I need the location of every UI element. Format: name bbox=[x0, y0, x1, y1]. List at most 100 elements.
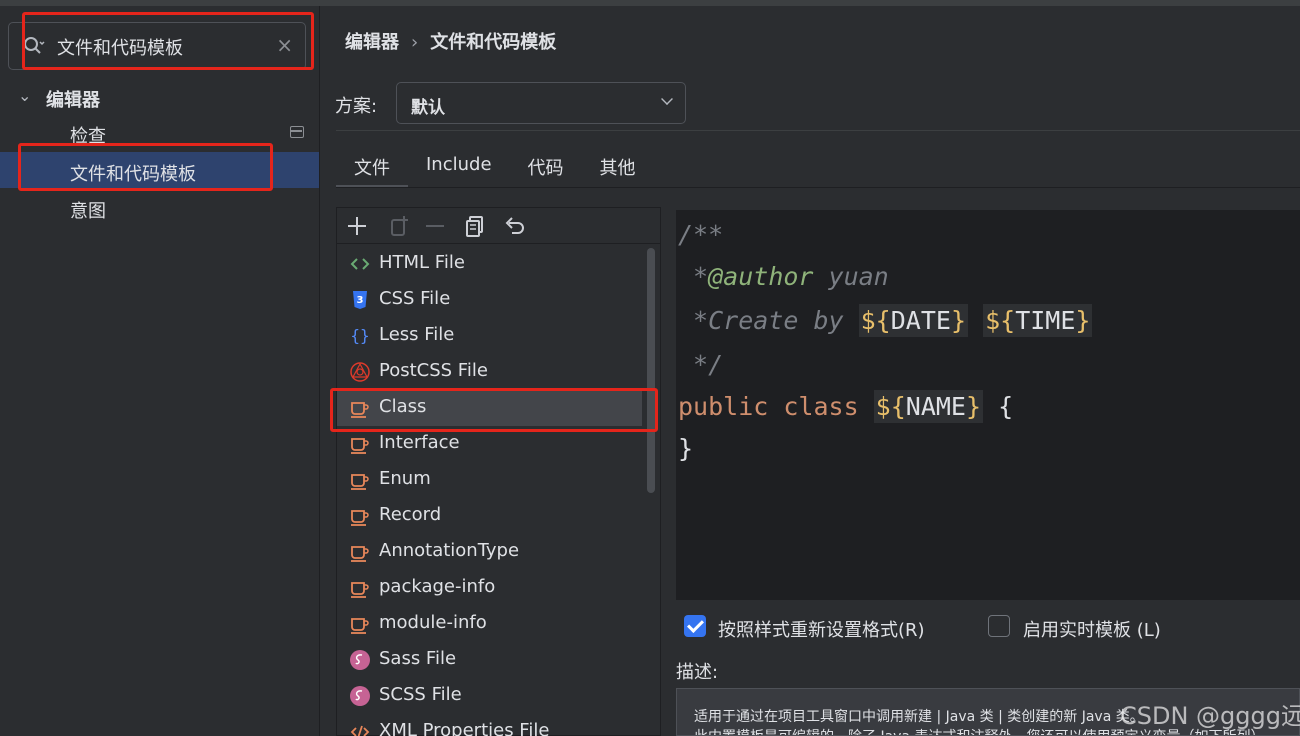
html-icon bbox=[349, 253, 371, 275]
template-list-item-label: Enum bbox=[379, 468, 431, 489]
template-list-item[interactable]: HTML File bbox=[337, 246, 642, 282]
template-list-item[interactable]: Sass File bbox=[337, 642, 642, 678]
java-icon bbox=[349, 433, 371, 455]
add-child-icon[interactable] bbox=[387, 214, 411, 238]
template-list-item-label: Sass File bbox=[379, 648, 457, 669]
xml-icon bbox=[349, 721, 371, 736]
watermark: CSDN @gggg远 bbox=[1120, 702, 1300, 730]
code-comment: yuan bbox=[813, 262, 889, 291]
template-tabs: 文件 Include 代码 其他 bbox=[336, 146, 654, 188]
settings-sidebar: 文件和代码模板 × ⌄ 编辑器 检查 文件和代码模板 意图 bbox=[0, 6, 320, 736]
copy-icon[interactable] bbox=[463, 214, 487, 238]
template-variable-time: ${TIME} bbox=[983, 304, 1093, 337]
breadcrumb-current: 文件和代码模板 bbox=[430, 32, 557, 53]
tab-code[interactable]: 代码 bbox=[510, 146, 582, 188]
svg-text:{}: {} bbox=[350, 326, 369, 345]
tab-other[interactable]: 其他 bbox=[582, 146, 654, 188]
code-line-4: */ bbox=[678, 350, 724, 379]
breadcrumb-separator: › bbox=[411, 32, 419, 53]
template-list-item[interactable]: SCSS File bbox=[337, 678, 642, 714]
settings-search-input[interactable]: 文件和代码模板 × bbox=[8, 22, 306, 70]
code-comment: * bbox=[678, 262, 709, 291]
java-icon bbox=[349, 397, 371, 419]
template-code-editor[interactable]: /** *@author yuan *Create by ${DATE} ${T… bbox=[676, 210, 1300, 600]
template-list-item-label: Record bbox=[379, 504, 442, 525]
template-list-item[interactable]: Record bbox=[337, 498, 642, 534]
code-comment: *Create by bbox=[678, 306, 859, 335]
template-list-item-label: SCSS File bbox=[379, 684, 462, 705]
template-list-item[interactable]: AnnotationType bbox=[337, 534, 642, 570]
chevron-down-icon bbox=[661, 93, 673, 105]
template-variable-name: ${NAME} bbox=[873, 390, 984, 423]
java-icon bbox=[349, 541, 371, 563]
template-list-item[interactable]: package-info bbox=[337, 570, 642, 606]
tab-files[interactable]: 文件 bbox=[336, 146, 408, 188]
breadcrumb-editor[interactable]: 编辑器 bbox=[345, 32, 399, 53]
template-list-item[interactable]: {} Less File bbox=[337, 318, 642, 354]
svg-text:3: 3 bbox=[357, 295, 364, 306]
template-variable-date: ${DATE} bbox=[858, 304, 969, 337]
reformat-checkbox[interactable] bbox=[684, 615, 706, 637]
reset-icon[interactable] bbox=[503, 214, 527, 238]
tree-item-inspections[interactable]: 检查 bbox=[70, 122, 106, 148]
tab-underline bbox=[336, 187, 1300, 188]
live-template-checkbox[interactable] bbox=[988, 615, 1010, 637]
template-list-item-label: Interface bbox=[379, 432, 460, 453]
template-list-item[interactable]: 3 CSS File bbox=[337, 282, 642, 318]
variable-name: DATE bbox=[890, 306, 951, 335]
code-line-3: *Create by ${DATE} ${TIME} bbox=[678, 304, 1093, 337]
reformat-label[interactable]: 按照样式重新设置格式(R) bbox=[718, 616, 925, 642]
template-list-item[interactable]: XML Properties File bbox=[337, 714, 642, 736]
postcss-icon bbox=[349, 361, 371, 383]
template-list-item-label: Class bbox=[379, 396, 427, 417]
java-icon bbox=[349, 577, 371, 599]
clear-search-icon[interactable]: × bbox=[276, 33, 293, 57]
template-list-item[interactable]: Interface bbox=[337, 426, 642, 462]
list-toolbar bbox=[337, 208, 660, 244]
code-line-6: } bbox=[678, 434, 694, 463]
project-scope-icon bbox=[290, 126, 304, 138]
template-list-item-label: Less File bbox=[379, 324, 455, 345]
divider bbox=[336, 130, 1300, 131]
scheme-dropdown[interactable]: 默认 bbox=[396, 82, 686, 124]
css-icon: 3 bbox=[349, 289, 371, 311]
tree-item-file-code-templates[interactable]: 文件和代码模板 bbox=[70, 160, 196, 186]
code-keyword: public class bbox=[678, 392, 874, 421]
template-list-item-label: AnnotationType bbox=[379, 540, 520, 561]
template-list-item[interactable]: module-info bbox=[337, 606, 642, 642]
code-doc-tag: @author bbox=[708, 262, 814, 291]
description-label: 描述: bbox=[676, 662, 719, 683]
variable-name: TIME bbox=[1015, 306, 1076, 335]
template-list-item[interactable]: Class bbox=[337, 390, 642, 426]
java-icon bbox=[349, 469, 371, 491]
search-icon bbox=[24, 37, 45, 54]
variable-name: NAME bbox=[905, 392, 966, 421]
template-list-item-label: package-info bbox=[379, 576, 496, 597]
scheme-value: 默认 bbox=[411, 98, 445, 118]
code-line-5: public class ${NAME} { bbox=[678, 390, 1014, 423]
java-icon bbox=[349, 505, 371, 527]
less-icon: {} bbox=[349, 325, 371, 347]
template-list-item[interactable]: PostCSS File bbox=[337, 354, 642, 390]
chevron-down-icon[interactable]: ⌄ bbox=[18, 86, 31, 105]
template-list-item-label: PostCSS File bbox=[379, 360, 488, 381]
breadcrumb: 编辑器 › 文件和代码模板 bbox=[345, 28, 556, 54]
template-list-panel: HTML File 3 CSS File {} Less File PostCSS Fil… bbox=[336, 207, 661, 736]
code-line-1: /** bbox=[678, 220, 724, 249]
tree-item-editor[interactable]: 编辑器 bbox=[46, 86, 100, 112]
live-template-label[interactable]: 启用实时模板 (L) bbox=[1023, 616, 1161, 642]
remove-icon[interactable] bbox=[423, 214, 447, 238]
template-list-item-label: XML Properties File bbox=[379, 720, 550, 736]
list-scrollbar[interactable] bbox=[647, 248, 655, 493]
template-list-item[interactable]: Enum bbox=[337, 462, 642, 498]
scheme-label: 方案: bbox=[335, 96, 378, 117]
add-icon[interactable] bbox=[345, 214, 369, 238]
java-icon bbox=[349, 613, 371, 635]
code-line-2: *@author yuan bbox=[678, 262, 889, 291]
tree-item-intentions[interactable]: 意图 bbox=[70, 197, 106, 223]
template-list-item-label: CSS File bbox=[379, 288, 451, 309]
sass-icon bbox=[349, 649, 371, 671]
code-brace: { bbox=[983, 392, 1014, 421]
tab-includes[interactable]: Include bbox=[408, 146, 510, 188]
sass-icon bbox=[349, 685, 371, 707]
